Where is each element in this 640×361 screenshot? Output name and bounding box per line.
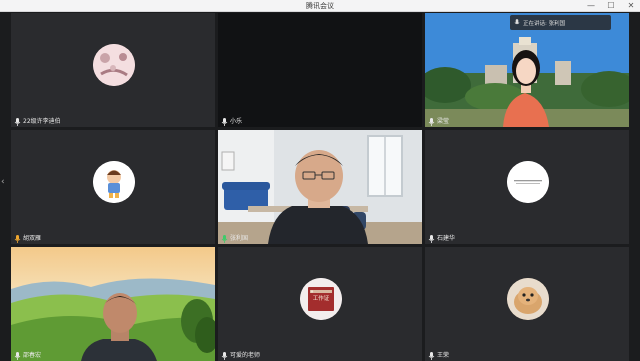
room-background [218,130,422,244]
close-icon[interactable]: ✕ [626,1,636,11]
participant-name: 邵春宏 [23,351,42,359]
video-grid: 22级许李迪伯 小乐 正在讲话: 张利国 梁莹 胡双雁 张利国 石建华 邵春宏 … [11,13,629,361]
participant-label: 可爱的老师 [218,350,263,361]
title-bar: 腾讯会议 — ☐ ✕ [0,0,640,12]
window-controls: — ☐ ✕ [586,0,636,12]
participant-label: 小乐 [218,116,245,127]
microphone-icon [221,117,228,126]
video-tile[interactable]: 张利国 [218,130,422,244]
participant-name: 可爱的老师 [230,351,261,359]
avatar: 工作证 [300,278,342,320]
participant-name: 王荣 [437,351,450,359]
participant-name: 张利国 [230,234,249,242]
landscape-background [11,247,215,361]
participant-name: 胡双雁 [23,234,42,242]
video-tile[interactable]: 22级许李迪伯 [11,13,215,127]
video-tile[interactable]: 邵春宏 [11,247,215,361]
participant-name: 小乐 [230,117,243,125]
participant-label: 梁莹 [425,116,452,127]
minimize-icon[interactable]: — [586,1,596,11]
avatar [507,278,549,320]
participant-name: 梁莹 [437,117,450,125]
avatar [507,161,549,203]
microphone-icon [14,351,21,360]
campus-background [425,13,629,127]
avatar [93,44,135,86]
microphone-icon [428,117,435,126]
microphone-icon [221,234,228,243]
video-tile[interactable]: 小乐 [218,13,422,127]
participant-label: 王荣 [425,350,452,361]
video-tile[interactable]: 正在讲话: 张利国 梁莹 [425,13,629,127]
participant-label: 22级许李迪伯 [11,116,64,127]
window-title: 腾讯会议 [306,2,334,10]
microphone-icon [14,234,21,243]
avatar [93,161,135,203]
microphone-icon [428,234,435,243]
participant-label: 胡双雁 [11,233,44,244]
speaking-indicator: 正在讲话: 张利国 [510,15,611,30]
speaking-text: 正在讲话: 张利国 [523,20,566,27]
microphone-icon [221,351,228,360]
video-tile[interactable]: 工作证 可爱的老师 [218,247,422,361]
collapse-handle-icon[interactable]: ‹ [1,177,9,189]
maximize-icon[interactable]: ☐ [606,1,616,11]
participant-label: 邵春宏 [11,350,44,361]
participant-label: 张利国 [218,233,251,244]
microphone-icon [14,117,21,126]
id-card-title: 工作证 [312,296,330,302]
microphone-icon [514,19,520,25]
video-tile[interactable]: 胡双雁 [11,130,215,244]
microphone-icon [428,351,435,360]
participant-name: 石建华 [437,234,456,242]
participant-label: 石建华 [425,233,458,244]
video-tile[interactable]: 石建华 [425,130,629,244]
participant-name: 22级许李迪伯 [23,117,61,125]
meeting-window: 腾讯会议 — ☐ ✕ ‹ 22级许李迪伯 小乐 正在讲话: 张利国 梁莹 胡双雁… [0,0,640,361]
video-tile[interactable]: 王荣 [425,247,629,361]
